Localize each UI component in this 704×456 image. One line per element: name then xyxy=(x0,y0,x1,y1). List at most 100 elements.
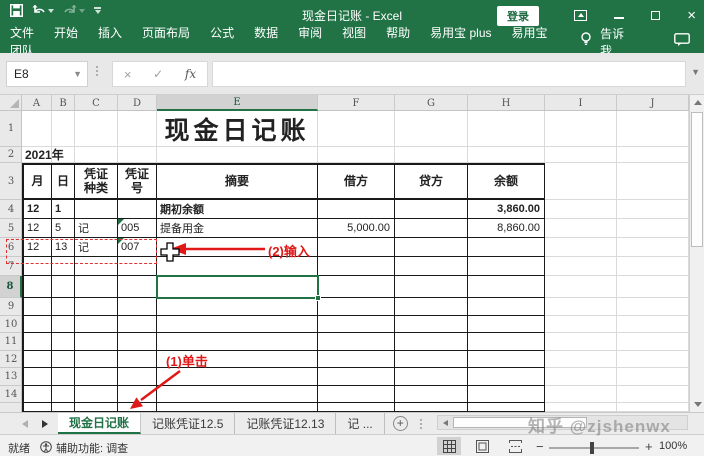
column-header-F[interactable]: F xyxy=(318,95,395,111)
cell-A8[interactable] xyxy=(22,276,52,298)
cell-J5[interactable] xyxy=(617,219,689,238)
scroll-down-icon[interactable] xyxy=(690,397,704,412)
cell-F11[interactable] xyxy=(318,333,395,351)
cell-H4[interactable]: 3,860.00 xyxy=(468,200,545,219)
insert-function-icon[interactable]: fx xyxy=(185,67,196,81)
cell-D14[interactable] xyxy=(118,386,157,403)
cell-F15[interactable] xyxy=(318,403,395,412)
cell-G8[interactable] xyxy=(395,276,468,298)
cell-J8[interactable] xyxy=(617,276,689,298)
scroll-up-icon[interactable] xyxy=(690,95,704,110)
cell-C5[interactable]: 记 xyxy=(75,219,118,238)
cell-A15[interactable] xyxy=(22,403,52,412)
cell-G13[interactable] xyxy=(395,368,468,386)
cell-C8[interactable] xyxy=(75,276,118,298)
cell-G3[interactable]: 贷方 xyxy=(395,163,468,200)
sheet-tab-2[interactable]: 记账凭证12.13 xyxy=(235,413,336,434)
accessibility-status[interactable]: 辅助功能: 调查 xyxy=(56,440,128,456)
cell-H12[interactable] xyxy=(468,351,545,368)
cell-D8[interactable] xyxy=(118,276,157,298)
close-button[interactable]: × xyxy=(687,8,696,23)
cell-B5[interactable]: 5 xyxy=(52,219,75,238)
cell-I6[interactable] xyxy=(545,238,617,257)
cell-B9[interactable] xyxy=(52,298,75,316)
cell-H14[interactable] xyxy=(468,386,545,403)
cell-F14[interactable] xyxy=(318,386,395,403)
cell-B14[interactable] xyxy=(52,386,75,403)
ribbon-tab-10[interactable]: 易用宝 xyxy=(502,26,558,40)
cell-G14[interactable] xyxy=(395,386,468,403)
prev-sheet-icon[interactable] xyxy=(22,420,28,428)
column-header-B[interactable]: B xyxy=(52,95,75,111)
sheet-tab-0[interactable]: 现金日记账 xyxy=(58,413,141,434)
column-header-D[interactable]: D xyxy=(118,95,157,111)
cell-I11[interactable] xyxy=(545,333,617,351)
row-header-13[interactable]: 13 xyxy=(0,368,22,386)
cell-I2[interactable] xyxy=(545,147,617,163)
cell-J13[interactable] xyxy=(617,368,689,386)
cell-G6[interactable] xyxy=(395,238,468,257)
cell-E2[interactable] xyxy=(157,147,318,163)
cell-J7[interactable] xyxy=(617,257,689,276)
cell-G4[interactable] xyxy=(395,200,468,219)
cell-D5[interactable]: 005 xyxy=(118,219,157,238)
column-header-G[interactable]: G xyxy=(395,95,468,111)
cell-D9[interactable] xyxy=(118,298,157,316)
cell-E10[interactable] xyxy=(157,316,318,333)
cell-H1[interactable] xyxy=(468,111,545,147)
cell-G5[interactable] xyxy=(395,219,468,238)
fill-handle[interactable] xyxy=(315,295,321,301)
cell-F3[interactable]: 借方 xyxy=(318,163,395,200)
cell-J15[interactable] xyxy=(617,403,689,412)
ribbon-display-options-icon[interactable] xyxy=(574,10,587,21)
ribbon-tab-6[interactable]: 审阅 xyxy=(288,26,332,40)
cell-F13[interactable] xyxy=(318,368,395,386)
column-header-I[interactable]: I xyxy=(545,95,617,111)
cell-I13[interactable] xyxy=(545,368,617,386)
cell-C4[interactable] xyxy=(75,200,118,219)
cell-E4[interactable]: 期初余额 xyxy=(157,200,318,219)
cell-H9[interactable] xyxy=(468,298,545,316)
cell-C10[interactable] xyxy=(75,316,118,333)
cell-B10[interactable] xyxy=(52,316,75,333)
cell-F9[interactable] xyxy=(318,298,395,316)
cell-H2[interactable] xyxy=(468,147,545,163)
cell-C14[interactable] xyxy=(75,386,118,403)
column-header-A[interactable]: A xyxy=(22,95,52,111)
cell-A13[interactable] xyxy=(22,368,52,386)
row-header-8[interactable]: 8 xyxy=(0,276,22,298)
cell-J3[interactable] xyxy=(617,163,689,200)
cell-F8[interactable] xyxy=(318,276,395,298)
cell-I4[interactable] xyxy=(545,200,617,219)
cell-I15[interactable] xyxy=(545,403,617,412)
name-box[interactable]: E8 ▼ xyxy=(6,61,88,87)
cell-A14[interactable] xyxy=(22,386,52,403)
ribbon-tab-0[interactable]: 文件 xyxy=(0,26,44,40)
sheet-tab-1[interactable]: 记账凭证12.5 xyxy=(141,413,235,434)
sheet-tab-3[interactable]: 记 ... xyxy=(336,413,384,434)
cell-I1[interactable] xyxy=(545,111,617,147)
cell-G7[interactable] xyxy=(395,257,468,276)
cell-B11[interactable] xyxy=(52,333,75,351)
cell-J14[interactable] xyxy=(617,386,689,403)
cell-D1[interactable] xyxy=(118,111,157,147)
vertical-scroll-thumb[interactable] xyxy=(691,112,703,247)
cell-J9[interactable] xyxy=(617,298,689,316)
cell-C3[interactable]: 凭证 种类 xyxy=(75,163,118,200)
row-header-10[interactable]: 10 xyxy=(0,316,22,333)
cell-A3[interactable]: 月 xyxy=(22,163,52,200)
ribbon-tab-4[interactable]: 公式 xyxy=(200,26,244,40)
formula-input[interactable] xyxy=(212,61,686,87)
new-sheet-button[interactable]: + xyxy=(393,416,408,431)
cell-C9[interactable] xyxy=(75,298,118,316)
row-header-2[interactable]: 2 xyxy=(0,147,22,163)
cell-J2[interactable] xyxy=(617,147,689,163)
scroll-left-icon[interactable] xyxy=(439,417,452,428)
cell-H13[interactable] xyxy=(468,368,545,386)
cell-I14[interactable] xyxy=(545,386,617,403)
cell-H5[interactable]: 8,860.00 xyxy=(468,219,545,238)
cell-F2[interactable] xyxy=(318,147,395,163)
cell-D12[interactable] xyxy=(118,351,157,368)
ribbon-tab-5[interactable]: 数据 xyxy=(244,26,288,40)
row-header-14[interactable]: 14 xyxy=(0,386,22,403)
